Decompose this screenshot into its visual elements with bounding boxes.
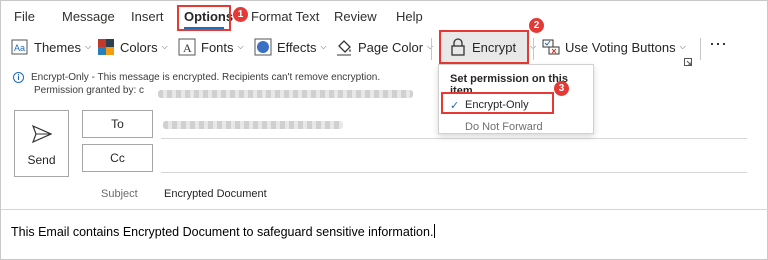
tab-format-text[interactable]: Format Text (251, 9, 319, 24)
more-options-icon[interactable]: ⋯ (709, 32, 728, 56)
dialog-launcher-icon[interactable] (684, 53, 692, 66)
step-badge-3: 3 (554, 81, 569, 96)
cc-button[interactable]: Cc (82, 144, 153, 172)
effects-icon (254, 38, 272, 56)
themes-icon: Aa (11, 38, 29, 56)
page-color-label: Page Color (358, 39, 424, 55)
svg-text:A: A (183, 41, 192, 55)
info-icon: i (13, 72, 24, 83)
tab-file[interactable]: File (14, 9, 35, 24)
effects-label: Effects (277, 39, 317, 55)
tab-message[interactable]: Message (62, 9, 115, 24)
chevron-down-icon: ⌵ (320, 42, 327, 51)
chevron-down-icon: ⌵ (161, 42, 168, 51)
paint-bucket-icon (335, 38, 353, 56)
step-badge-2: 2 (529, 18, 544, 33)
tab-insert[interactable]: Insert (131, 9, 164, 24)
send-button[interactable]: Send (14, 110, 69, 177)
svg-text:Aa: Aa (14, 43, 25, 53)
effects-button[interactable]: Effects ⌵ (254, 35, 327, 59)
to-field-underline (161, 138, 747, 139)
to-button[interactable]: To (82, 110, 153, 138)
cc-field[interactable] (161, 145, 749, 171)
info-line-1: Encrypt-Only - This message is encrypted… (31, 72, 381, 83)
encrypt-highlight-box (439, 30, 529, 64)
subject-label: Subject (101, 188, 138, 200)
colors-label: Colors (120, 39, 158, 55)
voting-buttons-button[interactable]: Use Voting Buttons ⌵ (542, 35, 686, 59)
tab-help[interactable]: Help (396, 9, 423, 24)
send-label: Send (27, 153, 56, 167)
ribbon-separator (700, 38, 701, 60)
subject-field[interactable]: Encrypted Document (164, 188, 267, 200)
encrypt-dropdown-menu: Set permission on this item ✓ Encrypt-On… (438, 64, 594, 134)
message-body[interactable]: This Email contains Encrypted Document t… (11, 224, 436, 239)
chevron-down-icon: ⌵ (679, 42, 686, 51)
chevron-down-icon: ⌵ (237, 42, 244, 51)
menu-item-do-not-forward[interactable]: Do Not Forward (465, 121, 543, 133)
ribbon-separator (431, 38, 432, 60)
outlook-compose-window: File Message Insert Options Format Text … (0, 0, 768, 260)
subject-divider (1, 209, 768, 210)
menu-bar: File Message Insert Options Format Text … (1, 1, 768, 31)
step-badge-1: 1 (233, 7, 248, 22)
ribbon-separator (533, 38, 534, 60)
ribbon-toolbar: Aa Themes⌵ Colors⌵ A Fonts⌵ Effects⌵ (1, 18, 768, 66)
colors-button[interactable]: Colors ⌵ (97, 35, 168, 59)
options-highlight-box (177, 5, 231, 31)
encrypt-only-highlight-box (441, 92, 554, 114)
message-body-text: This Email contains Encrypted Document t… (11, 225, 434, 239)
page-color-button[interactable]: Page Color⌵ (335, 35, 433, 59)
chevron-down-icon: ⌵ (84, 42, 92, 51)
themes-button[interactable]: Aa Themes ⌵ (11, 35, 91, 59)
redacted-sender (158, 90, 413, 98)
fonts-button[interactable]: A Fonts ⌵ (178, 35, 244, 59)
voting-label: Use Voting Buttons (565, 39, 676, 55)
cc-field-underline (161, 172, 747, 173)
fonts-icon: A (178, 38, 196, 56)
send-icon (32, 125, 52, 143)
fonts-label: Fonts (201, 39, 234, 55)
themes-label: Themes (34, 39, 81, 55)
voting-icon (542, 38, 560, 56)
text-caret (434, 224, 436, 238)
tab-review[interactable]: Review (334, 9, 377, 24)
colors-icon (97, 38, 115, 56)
